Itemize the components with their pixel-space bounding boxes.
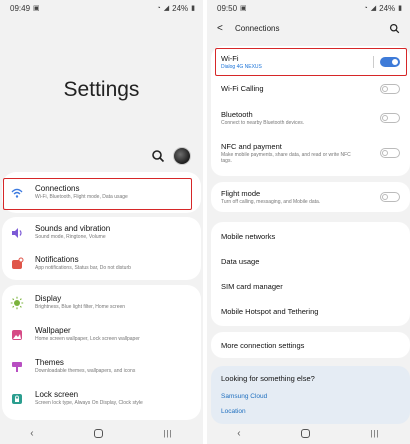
message-icon: ▣: [33, 5, 40, 12]
page-title: Settings: [63, 78, 140, 101]
recents-icon[interactable]: |||: [164, 429, 173, 438]
recents-icon[interactable]: |||: [371, 429, 380, 438]
page-title: Connections: [235, 23, 280, 33]
wifi-calling-label: Wi-Fi Calling: [221, 84, 264, 93]
item-subtitle: Sound mode, Ringtone, Volume: [35, 234, 106, 240]
cell-signal-icon: ◢: [163, 5, 170, 12]
item-subtitle: App notifications, Status bar, Do not di…: [35, 265, 131, 271]
settings-screen: 09:49 ▣ ◔ ◢ 24% ▮ Settings Connections W…: [0, 0, 203, 444]
mobile-hotspot-item[interactable]: Mobile Hotspot and Tethering: [211, 299, 410, 324]
item-title: Sounds and vibration: [35, 224, 111, 233]
highlight-box: [3, 178, 192, 210]
item-subtitle: Home screen wallpaper, Lock screen wallp…: [35, 336, 140, 342]
notification-icon: [12, 257, 24, 269]
status-bar: 09:49 ▣ ◔ ◢ 24% ▮: [0, 0, 203, 16]
back-arrow-icon[interactable]: <: [217, 23, 235, 34]
wifi-signal-icon: ◔: [156, 4, 161, 12]
status-time: 09:49: [10, 3, 31, 13]
samsung-cloud-link[interactable]: Samsung Cloud: [221, 393, 400, 400]
item-title: Themes: [35, 358, 64, 367]
status-time: 09:50: [217, 3, 238, 13]
flight-mode-subtitle: Turn off calling, messaging, and Mobile …: [221, 198, 321, 205]
settings-item-sounds[interactable]: Sounds and vibration Sound mode, Rington…: [2, 224, 118, 241]
settings-item-notifications[interactable]: Notifications App notifications, Status …: [2, 255, 139, 272]
battery-icon: ▮: [398, 5, 402, 12]
message-icon: ▣: [240, 5, 247, 12]
settings-item-lock-screen[interactable]: Lock screen Screen lock type, Always On …: [2, 390, 151, 407]
flight-mode-row[interactable]: Flight mode Turn off calling, messaging,…: [211, 187, 410, 207]
lock-icon: [12, 394, 22, 404]
nfc-label: NFC and payment: [221, 141, 282, 151]
cell-signal-icon: ◢: [370, 5, 377, 12]
item-title: Notifications: [35, 255, 79, 264]
item-title: Display: [35, 294, 62, 303]
search-icon[interactable]: [151, 149, 165, 163]
speaker-icon: [12, 228, 22, 238]
wallpaper-icon: [12, 330, 22, 340]
connections-screen: 09:50 ▣ ◔ ◢ 24% ▮ < Connections Wi-Fi Di…: [207, 0, 410, 444]
settings-item-wallpaper[interactable]: Wallpaper Home screen wallpaper, Lock sc…: [2, 326, 148, 343]
settings-item-display[interactable]: Display Brightness, Blue light filter, H…: [2, 294, 133, 311]
battery-percent: 24%: [172, 3, 189, 13]
home-icon[interactable]: [94, 428, 104, 438]
flight-mode-label: Flight mode: [221, 188, 261, 198]
nfc-subtitle: Make mobile payments, share data, and re…: [221, 151, 351, 165]
search-icon[interactable]: [389, 23, 400, 34]
wifi-calling-toggle[interactable]: [380, 84, 400, 94]
flight-mode-toggle[interactable]: [380, 192, 400, 202]
battery-icon: ▮: [191, 5, 195, 12]
item-subtitle: Brightness, Blue light filter, Home scre…: [35, 304, 126, 310]
item-title: Wallpaper: [35, 326, 71, 335]
avatar[interactable]: [173, 147, 191, 165]
item-subtitle: Downloadable themes, wallpapers, and ico…: [35, 368, 136, 374]
sim-card-manager-item[interactable]: SIM card manager: [211, 274, 410, 299]
suggestions-question: Looking for something else?: [221, 374, 315, 383]
back-icon[interactable]: ‹: [237, 428, 240, 439]
wifi-calling-row[interactable]: Wi-Fi Calling: [211, 82, 410, 96]
settings-item-themes[interactable]: Themes Downloadable themes, wallpapers, …: [2, 358, 143, 375]
mobile-networks-item[interactable]: Mobile networks: [211, 224, 410, 249]
location-link[interactable]: Location: [221, 408, 400, 415]
themes-icon: [12, 362, 22, 372]
more-connection-settings-item[interactable]: More connection settings: [211, 332, 410, 358]
bluetooth-subtitle: Connect to nearby Bluetooth devices.: [221, 119, 305, 126]
item-title: Lock screen: [35, 390, 79, 399]
highlight-box: [215, 48, 407, 76]
nav-bar: ‹ |||: [207, 422, 410, 444]
wifi-signal-icon: ◔: [363, 4, 368, 12]
bluetooth-label: Bluetooth: [221, 109, 253, 119]
data-usage-item[interactable]: Data usage: [211, 249, 410, 274]
nav-bar: ‹ |||: [0, 422, 203, 444]
brightness-icon: [10, 296, 24, 310]
home-icon[interactable]: [301, 428, 311, 438]
item-subtitle: Screen lock type, Always On Display, Clo…: [35, 400, 143, 406]
nfc-toggle[interactable]: [380, 148, 400, 158]
battery-percent: 24%: [379, 3, 396, 13]
back-icon[interactable]: ‹: [30, 428, 33, 439]
nfc-row[interactable]: NFC and payment Make mobile payments, sh…: [211, 140, 410, 166]
suggestions-card: Looking for something else? Samsung Clou…: [211, 366, 410, 424]
bluetooth-row[interactable]: Bluetooth Connect to nearby Bluetooth de…: [211, 108, 410, 128]
bluetooth-toggle[interactable]: [380, 113, 400, 123]
status-bar: 09:50 ▣ ◔ ◢ 24% ▮: [207, 0, 410, 16]
header: < Connections: [207, 20, 410, 36]
